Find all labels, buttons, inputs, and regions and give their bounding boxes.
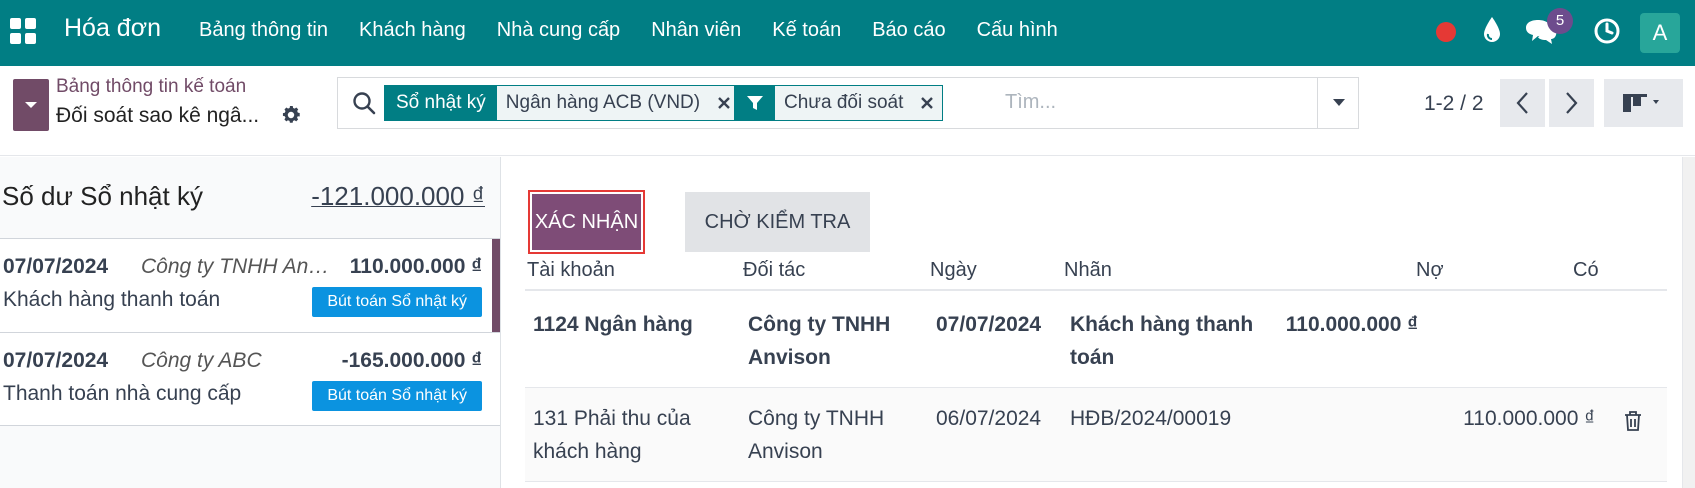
statement-line[interactable]: 07/07/2024 Công ty ABC -165.000.000 ₫ Th… (0, 332, 500, 426)
chat-count-badge: 5 (1547, 8, 1573, 34)
menu-item-employees[interactable]: Nhân viên (651, 19, 741, 42)
trash-icon[interactable] (1623, 410, 1643, 432)
cell-credit: 110.000.000 ₫ (1463, 407, 1595, 430)
control-panel: Bảng thông tin kế toán Đối soát sao kê n… (0, 66, 1695, 156)
table-row[interactable]: 1124 Ngân hàng Công ty TNHH Anvison 07/0… (525, 294, 1667, 388)
menu-item-dashboard[interactable]: Bảng thông tin (199, 19, 328, 42)
kanban-view-icon (1623, 94, 1659, 112)
apps-menu-icon[interactable] (10, 18, 36, 44)
table-header: Tài khoản Đối tác Ngày Nhãn Nợ Có (525, 255, 1667, 291)
statement-line[interactable]: 07/07/2024 Công ty TNHH Anvison 110.000.… (0, 238, 500, 333)
line-date: 07/07/2024 (3, 349, 109, 372)
line-partner: Công ty TNHH Anvison (141, 255, 331, 278)
pager-previous-button[interactable] (1500, 79, 1545, 127)
cell-account: 1124 Ngân hàng (533, 313, 693, 336)
gear-icon[interactable] (280, 104, 302, 126)
facet-value: Ngân hàng ACB (VND) (496, 86, 710, 120)
to-check-button[interactable]: CHỜ KIỂM TRA (685, 192, 870, 252)
cell-label: HĐB/2024/00019 (1070, 407, 1232, 430)
menu-item-configuration[interactable]: Cấu hình (977, 19, 1058, 42)
facet-label: Sổ nhật ký (385, 86, 497, 120)
menu-item-accounting[interactable]: Kế toán (772, 19, 841, 42)
search-bar[interactable]: Sổ nhật ký Ngân hàng ACB (VND) Chưa đối … (337, 77, 1359, 129)
journal-entry-badge[interactable]: Bút toán Sổ nhật ký (312, 287, 482, 317)
cell-debit: 110.000.000 ₫ (1285, 313, 1418, 336)
column-account: Tài khoản (527, 259, 615, 281)
menu-item-customers[interactable]: Khách hàng (359, 19, 466, 42)
line-date: 07/07/2024 (3, 255, 109, 278)
column-partner: Đối tác (743, 259, 806, 281)
journal-entry-badge[interactable]: Bút toán Sổ nhật ký (312, 381, 482, 411)
app-brand[interactable]: Hóa đơn (64, 14, 161, 43)
line-reference: Khách hàng thanh toán (3, 288, 221, 311)
column-credit: Có (1573, 259, 1599, 281)
chevron-right-icon (1566, 92, 1578, 114)
view-switcher-button[interactable] (1604, 79, 1683, 127)
search-facet-journal: Sổ nhật ký Ngân hàng ACB (VND) (384, 85, 741, 121)
search-input[interactable]: Tìm... (1005, 91, 1056, 114)
search-options-toggle[interactable] (1317, 78, 1359, 128)
pager-value[interactable]: 1-2 / 2 (1424, 92, 1484, 116)
search-icon (353, 92, 376, 115)
journal-balance-label: Số dư Sổ nhật ký (2, 181, 203, 211)
drop-icon[interactable] (1481, 15, 1503, 45)
top-navbar: Hóa đơn Bảng thông tin Khách hàng Nhà cu… (0, 0, 1695, 66)
line-amount: -165.000.000 ₫ (341, 349, 482, 372)
cell-label: Khách hàng thanh toán (1070, 313, 1254, 369)
validate-button[interactable]: XÁC NHẬN (532, 194, 641, 250)
breadcrumb-parent[interactable]: Bảng thông tin kế toán (56, 76, 246, 98)
validate-button-highlight: XÁC NHẬN (528, 190, 645, 254)
cell-partner: Công ty TNHH Anvison (748, 313, 891, 369)
filter-icon (735, 86, 775, 120)
search-facet-filter: Chưa đối soát (734, 85, 944, 121)
clock-icon[interactable] (1593, 17, 1621, 45)
chevron-left-icon (1516, 92, 1528, 114)
journal-balance-value: -121.000.000 ₫ (311, 181, 485, 211)
facet-value: Chưa đối soát (775, 86, 913, 120)
status-dot-icon[interactable] (1436, 22, 1456, 42)
line-reference: Thanh toán nhà cung cấp (3, 382, 242, 405)
pager-next-button[interactable] (1549, 79, 1594, 127)
menu-item-reporting[interactable]: Báo cáo (872, 19, 945, 42)
main-menu: Bảng thông tin Khách hàng Nhà cung cấp N… (199, 19, 1089, 42)
breadcrumb-dropdown-toggle[interactable] (13, 79, 49, 131)
cell-partner: Công ty TNHH Anvison (748, 407, 885, 463)
column-debit: Nợ (1416, 259, 1444, 281)
scrollbar[interactable] (1682, 157, 1695, 488)
table-row[interactable]: 131 Phải thu của khách hàng Công ty TNHH… (525, 388, 1667, 482)
breadcrumb-current: Đối soát sao kê ngâ... (56, 104, 260, 127)
cell-account: 131 Phải thu của khách hàng (533, 407, 691, 463)
menu-item-vendors[interactable]: Nhà cung cấp (497, 19, 620, 42)
line-partner: Công ty ABC (141, 349, 262, 372)
reconciliation-panel: XÁC NHẬN CHỜ KIỂM TRA Tài khoản Đối tác … (501, 157, 1695, 488)
column-date: Ngày (930, 259, 977, 281)
close-icon (921, 97, 934, 109)
line-amount: 110.000.000 ₫ (349, 255, 482, 278)
user-avatar[interactable]: A (1640, 13, 1680, 53)
close-icon (718, 97, 730, 109)
cell-date: 06/07/2024 (936, 407, 1042, 430)
cell-date: 07/07/2024 (936, 313, 1042, 336)
facet-remove-icon[interactable] (912, 86, 943, 120)
column-label: Nhãn (1064, 259, 1112, 281)
statement-lines-panel: Số dư Sổ nhật ký -121.000.000 ₫ 07/07/20… (0, 157, 501, 488)
